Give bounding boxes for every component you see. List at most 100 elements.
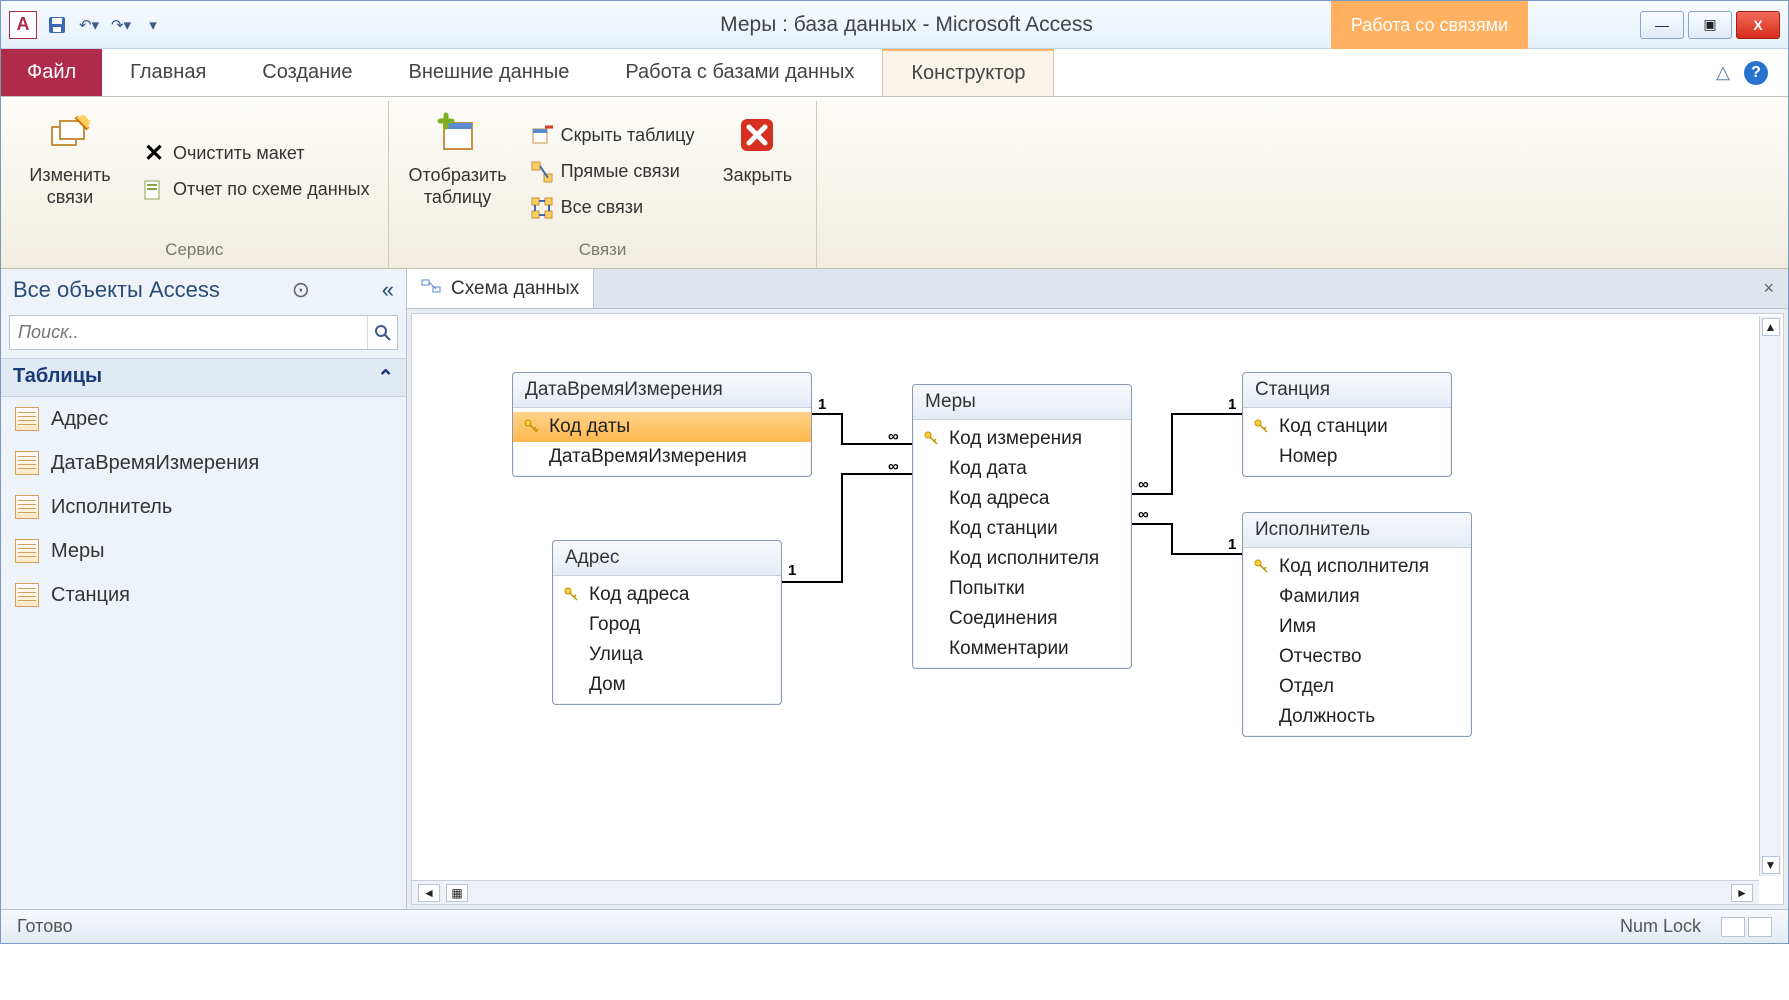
scroll-down-icon[interactable]: ▼ bbox=[1762, 856, 1780, 874]
horizontal-scrollbar[interactable]: ◄ ▦ ► bbox=[412, 880, 1759, 904]
undo-icon[interactable]: ↶▾ bbox=[77, 13, 101, 37]
tab-design[interactable]: Конструктор bbox=[882, 49, 1054, 96]
tab-external[interactable]: Внешние данные bbox=[381, 49, 598, 96]
key-icon bbox=[1253, 418, 1269, 434]
search-icon[interactable] bbox=[367, 316, 397, 349]
table-box-datetime[interactable]: ДатаВремяИзмерения Код даты ДатаВремяИзм… bbox=[512, 372, 812, 477]
table-icon bbox=[15, 539, 39, 563]
table-field[interactable]: Дом bbox=[553, 670, 781, 700]
table-box-measures[interactable]: Меры Код измерения Код дата Код адреса К… bbox=[912, 384, 1132, 669]
app-icon[interactable]: A bbox=[9, 11, 37, 39]
table-field[interactable]: Комментарии bbox=[913, 634, 1131, 664]
table-field[interactable]: Попытки bbox=[913, 574, 1131, 604]
clear-layout-button[interactable]: ✕ Очистить макет bbox=[139, 141, 374, 167]
close-relationships-button[interactable]: Закрыть bbox=[712, 107, 802, 236]
table-field[interactable]: Отдел bbox=[1243, 672, 1471, 702]
group-service-label: Сервис bbox=[15, 236, 374, 266]
nav-item-address[interactable]: Адрес bbox=[1, 397, 406, 441]
status-ready: Готово bbox=[17, 916, 73, 937]
scroll-up-icon[interactable]: ▲ bbox=[1762, 318, 1780, 336]
table-box-performer[interactable]: Исполнитель Код исполнителя Фамилия Имя … bbox=[1242, 512, 1472, 737]
scroll-track-icon[interactable]: ▦ bbox=[446, 884, 468, 902]
table-field[interactable]: Код адреса bbox=[913, 484, 1131, 514]
relationship-report-button[interactable]: Отчет по схеме данных bbox=[139, 177, 374, 203]
qat-customize-icon[interactable]: ▾ bbox=[141, 13, 165, 37]
rel-one-label: 1 bbox=[1228, 536, 1236, 553]
all-relationships-button[interactable]: Все связи bbox=[527, 195, 699, 221]
status-numlock: Num Lock bbox=[1620, 916, 1701, 937]
scroll-left-icon[interactable]: ◄ bbox=[418, 884, 440, 902]
nav-header[interactable]: Все объекты Access ⊙ « bbox=[1, 269, 406, 311]
table-field[interactable]: Код станции bbox=[913, 514, 1131, 544]
tab-home[interactable]: Главная bbox=[102, 49, 234, 96]
table-field[interactable]: Город bbox=[553, 610, 781, 640]
table-field[interactable]: Имя bbox=[1243, 612, 1471, 642]
nav-item-performer[interactable]: Исполнитель bbox=[1, 485, 406, 529]
table-field[interactable]: Код станции bbox=[1243, 412, 1451, 442]
scroll-right-icon[interactable]: ► bbox=[1731, 884, 1753, 902]
document-area: Схема данных × 1 ∞ 1 ∞ bbox=[407, 269, 1788, 909]
table-box-station[interactable]: Станция Код станции Номер bbox=[1242, 372, 1452, 477]
relationships-canvas[interactable]: 1 ∞ 1 ∞ ∞ 1 ∞ 1 ДатаВремяИзмерения Код д… bbox=[411, 313, 1784, 905]
table-field[interactable]: Улица bbox=[553, 640, 781, 670]
workspace: Все объекты Access ⊙ « Таблицы ⌃ Адрес Д… bbox=[1, 269, 1788, 909]
table-field[interactable]: Код дата bbox=[913, 454, 1131, 484]
key-icon bbox=[923, 430, 939, 446]
document-tab-bar: Схема данных × bbox=[407, 269, 1788, 309]
table-field[interactable]: Код исполнителя bbox=[1243, 552, 1471, 582]
view-button[interactable] bbox=[1721, 917, 1745, 937]
table-field[interactable]: Отчество bbox=[1243, 642, 1471, 672]
ribbon: Изменить связи ✕ Очистить макет Отчет по… bbox=[1, 97, 1788, 269]
tab-create[interactable]: Создание bbox=[234, 49, 380, 96]
nav-group-tables[interactable]: Таблицы ⌃ bbox=[1, 358, 406, 397]
search-input[interactable] bbox=[10, 316, 367, 349]
hide-table-button[interactable]: Скрыть таблицу bbox=[527, 123, 699, 149]
document-close-button[interactable]: × bbox=[1749, 278, 1788, 299]
nav-collapse-button[interactable]: « bbox=[382, 277, 394, 303]
table-field[interactable]: Код исполнителя bbox=[913, 544, 1131, 574]
relationships-icon bbox=[421, 276, 441, 302]
rel-many-label: ∞ bbox=[1138, 506, 1149, 523]
nav-dropdown-icon[interactable]: ⊙ bbox=[292, 277, 310, 303]
table-title: Исполнитель bbox=[1243, 513, 1471, 548]
table-field[interactable]: Должность bbox=[1243, 702, 1471, 732]
table-field[interactable]: Номер bbox=[1243, 442, 1451, 472]
collapse-group-icon: ⌃ bbox=[377, 365, 394, 390]
nav-search bbox=[9, 315, 398, 350]
table-icon bbox=[15, 495, 39, 519]
document-tab[interactable]: Схема данных bbox=[407, 269, 594, 308]
table-field[interactable]: Фамилия bbox=[1243, 582, 1471, 612]
nav-item-station[interactable]: Станция bbox=[1, 573, 406, 617]
relationship-report-label: Отчет по схеме данных bbox=[173, 179, 370, 200]
tab-database[interactable]: Работа с базами данных bbox=[597, 49, 882, 96]
ribbon-collapse-icon[interactable]: △ bbox=[1716, 62, 1730, 83]
table-field[interactable]: Код измерения bbox=[913, 424, 1131, 454]
rel-many-label: ∞ bbox=[1138, 476, 1149, 493]
table-field[interactable]: Код даты bbox=[513, 412, 811, 442]
table-field[interactable]: Код адреса bbox=[553, 580, 781, 610]
maximize-button[interactable]: ▣ bbox=[1688, 11, 1732, 39]
rel-many-label: ∞ bbox=[888, 428, 899, 445]
save-icon[interactable] bbox=[45, 13, 69, 37]
redo-icon[interactable]: ↷▾ bbox=[109, 13, 133, 37]
table-field[interactable]: ДатаВремяИзмерения bbox=[513, 442, 811, 472]
table-title: Станция bbox=[1243, 373, 1451, 408]
table-box-address[interactable]: Адрес Код адреса Город Улица Дом bbox=[552, 540, 782, 705]
table-icon bbox=[15, 407, 39, 431]
nav-item-datetime[interactable]: ДатаВремяИзмерения bbox=[1, 441, 406, 485]
direct-relationships-button[interactable]: Прямые связи bbox=[527, 159, 699, 185]
edit-relationships-button[interactable]: Изменить связи bbox=[15, 107, 125, 236]
vertical-scrollbar[interactable]: ▲ ▼ bbox=[1759, 316, 1781, 876]
title-bar: A ↶▾ ↷▾ ▾ Меры : база данных - Microsoft… bbox=[1, 1, 1788, 49]
app-window: A ↶▾ ↷▾ ▾ Меры : база данных - Microsoft… bbox=[0, 0, 1789, 944]
show-table-button[interactable]: Отобразить таблицу bbox=[403, 107, 513, 236]
nav-item-measures[interactable]: Меры bbox=[1, 529, 406, 573]
file-tab[interactable]: Файл bbox=[1, 49, 102, 96]
table-field[interactable]: Соединения bbox=[913, 604, 1131, 634]
minimize-button[interactable]: — bbox=[1640, 11, 1684, 39]
close-button[interactable]: X bbox=[1736, 11, 1780, 39]
key-icon bbox=[523, 418, 539, 434]
view-button[interactable] bbox=[1748, 917, 1772, 937]
direct-rel-icon bbox=[531, 161, 553, 183]
help-icon[interactable]: ? bbox=[1744, 61, 1768, 85]
